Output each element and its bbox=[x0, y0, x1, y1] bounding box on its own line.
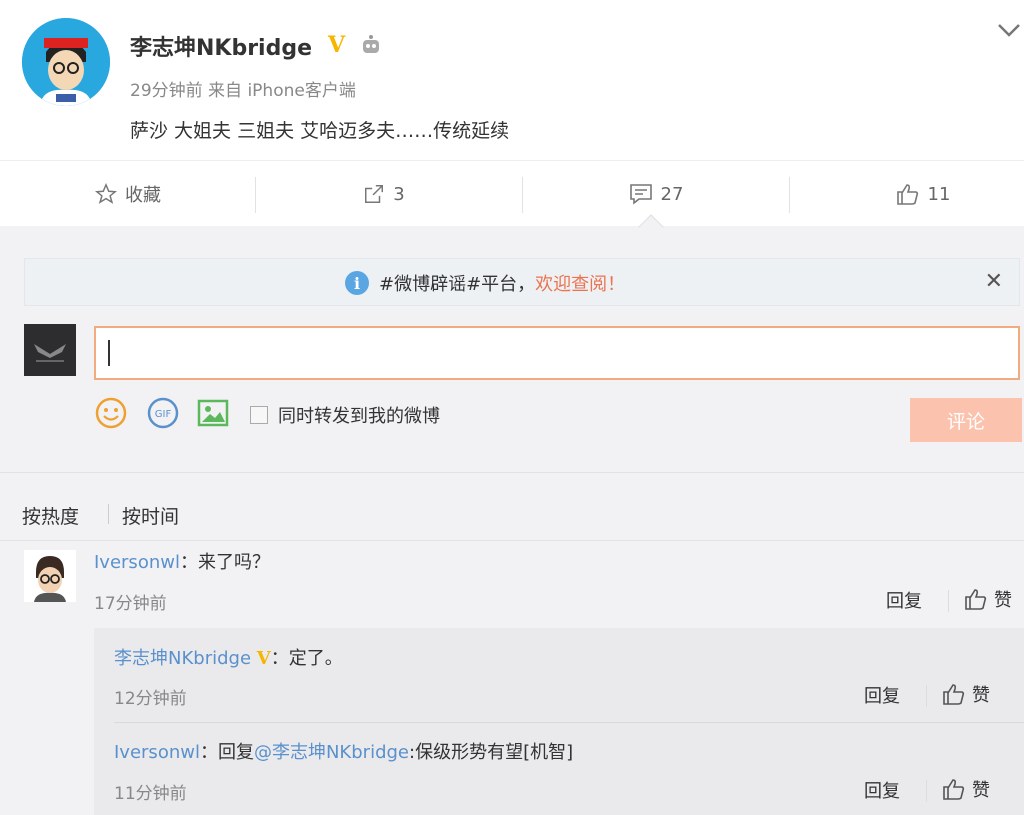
reply-like-button[interactable]: 赞 bbox=[942, 681, 990, 707]
reply-mention[interactable]: @李志坤NKbridge bbox=[254, 742, 409, 763]
reply-reply-button[interactable]: 回复 bbox=[864, 777, 900, 803]
comment-reply-button[interactable]: 回复 bbox=[886, 587, 922, 613]
notice-text: #微博辟谣#平台， bbox=[379, 274, 536, 295]
notice-link[interactable]: 欢迎查阅！ bbox=[535, 274, 625, 295]
submit-comment-button[interactable]: 评论 bbox=[910, 398, 1022, 442]
verified-badge-icon: V bbox=[256, 648, 271, 669]
chevron-down-icon[interactable] bbox=[996, 20, 1022, 40]
star-icon bbox=[95, 183, 117, 204]
reply-reply-button[interactable]: 回复 bbox=[864, 682, 900, 708]
sort-by-time[interactable]: 按时间 bbox=[122, 502, 179, 529]
like-label: 赞 bbox=[994, 590, 1012, 611]
comment-time: 17分钟前 bbox=[94, 594, 167, 614]
favorite-button[interactable]: 收藏 bbox=[0, 161, 256, 227]
verified-badge-icon: V bbox=[328, 32, 346, 58]
author-name[interactable]: 李志坤NKbridge bbox=[130, 30, 312, 62]
repost-checkbox[interactable] bbox=[250, 406, 268, 424]
composer-divider bbox=[0, 472, 1024, 473]
sort-by-hot[interactable]: 按热度 bbox=[22, 502, 79, 529]
post-meta: 29分钟前 来自 iPhone客户端 bbox=[130, 76, 356, 101]
gif-icon[interactable]: GIF bbox=[146, 396, 180, 430]
thumbs-up-icon bbox=[943, 684, 965, 705]
text-caret bbox=[108, 340, 110, 366]
reply-prefix: ：回复 bbox=[199, 742, 254, 763]
info-icon: i bbox=[345, 271, 369, 295]
like-count: 11 bbox=[927, 183, 951, 205]
commenter-avatar[interactable] bbox=[24, 550, 76, 602]
post-card: 李志坤NKbridge V 29分钟前 来自 iPhone客户端 萨沙 大姐夫 … bbox=[0, 0, 1024, 160]
post-text: 萨沙 大姐夫 三姐夫 艾哈迈多夫……传统延续 bbox=[130, 120, 510, 142]
repost-button[interactable]: 3 bbox=[256, 161, 512, 227]
repost-count: 3 bbox=[393, 183, 405, 205]
current-user-avatar[interactable] bbox=[24, 324, 76, 376]
comment-input[interactable] bbox=[94, 326, 1020, 380]
like-label: 赞 bbox=[972, 685, 990, 706]
reply-thread: 李志坤NKbridge V：定了。 12分钟前 回复 赞 Iversonwl：回… bbox=[94, 628, 1024, 815]
thumbs-up-icon bbox=[896, 184, 918, 205]
reply-time: 11分钟前 bbox=[114, 784, 187, 804]
repost-checkbox-label: 同时转发到我的微博 bbox=[278, 406, 440, 427]
comment-like-button[interactable]: 赞 bbox=[964, 586, 1012, 612]
gif-label: GIF bbox=[155, 409, 172, 420]
comment-button[interactable]: 27 bbox=[528, 161, 784, 227]
emoji-icon[interactable] bbox=[94, 396, 128, 430]
notice-bar: i #微博辟谣#平台，欢迎查阅！ ✕ bbox=[24, 258, 1020, 306]
reply-divider bbox=[114, 722, 1024, 723]
action-bar: 收藏 3 27 11 bbox=[0, 160, 1024, 226]
post-time[interactable]: 29分钟前 bbox=[130, 81, 203, 101]
reply-body: :保级形势有望[机智] bbox=[409, 742, 574, 763]
thumbs-up-icon bbox=[943, 779, 965, 800]
reply-time: 12分钟前 bbox=[114, 689, 187, 709]
post-source: 来自 iPhone客户端 bbox=[208, 81, 356, 101]
reply-username[interactable]: 李志坤NKbridge bbox=[114, 648, 251, 669]
reply-body: ：定了。 bbox=[270, 648, 343, 669]
reply-like-button[interactable]: 赞 bbox=[942, 776, 990, 802]
reply-username[interactable]: Iversonwl bbox=[114, 742, 200, 763]
comment-icon bbox=[629, 184, 652, 205]
favorite-label: 收藏 bbox=[125, 185, 161, 206]
comment-body: ：来了吗？ bbox=[179, 552, 270, 573]
repost-to-my-weibo-option[interactable]: 同时转发到我的微博 bbox=[250, 402, 440, 428]
robot-icon bbox=[363, 35, 379, 53]
author-avatar[interactable] bbox=[22, 18, 110, 106]
reply-text: 李志坤NKbridge V：定了。 bbox=[114, 644, 343, 670]
comment-username[interactable]: Iversonwl bbox=[94, 552, 180, 573]
reply-text: Iversonwl：回复@李志坤NKbridge:保级形势有望[机智] bbox=[114, 738, 573, 764]
close-icon[interactable]: ✕ bbox=[985, 269, 1003, 294]
like-label: 赞 bbox=[972, 780, 990, 801]
image-icon[interactable] bbox=[196, 396, 230, 430]
like-button[interactable]: 11 bbox=[795, 161, 1024, 227]
repost-icon bbox=[365, 185, 384, 203]
sort-divider bbox=[0, 540, 1024, 541]
thumbs-up-icon bbox=[965, 589, 987, 610]
comment-count: 27 bbox=[660, 183, 684, 205]
comment-text: Iversonwl：来了吗？ bbox=[94, 548, 270, 574]
sort-separator bbox=[108, 504, 109, 524]
